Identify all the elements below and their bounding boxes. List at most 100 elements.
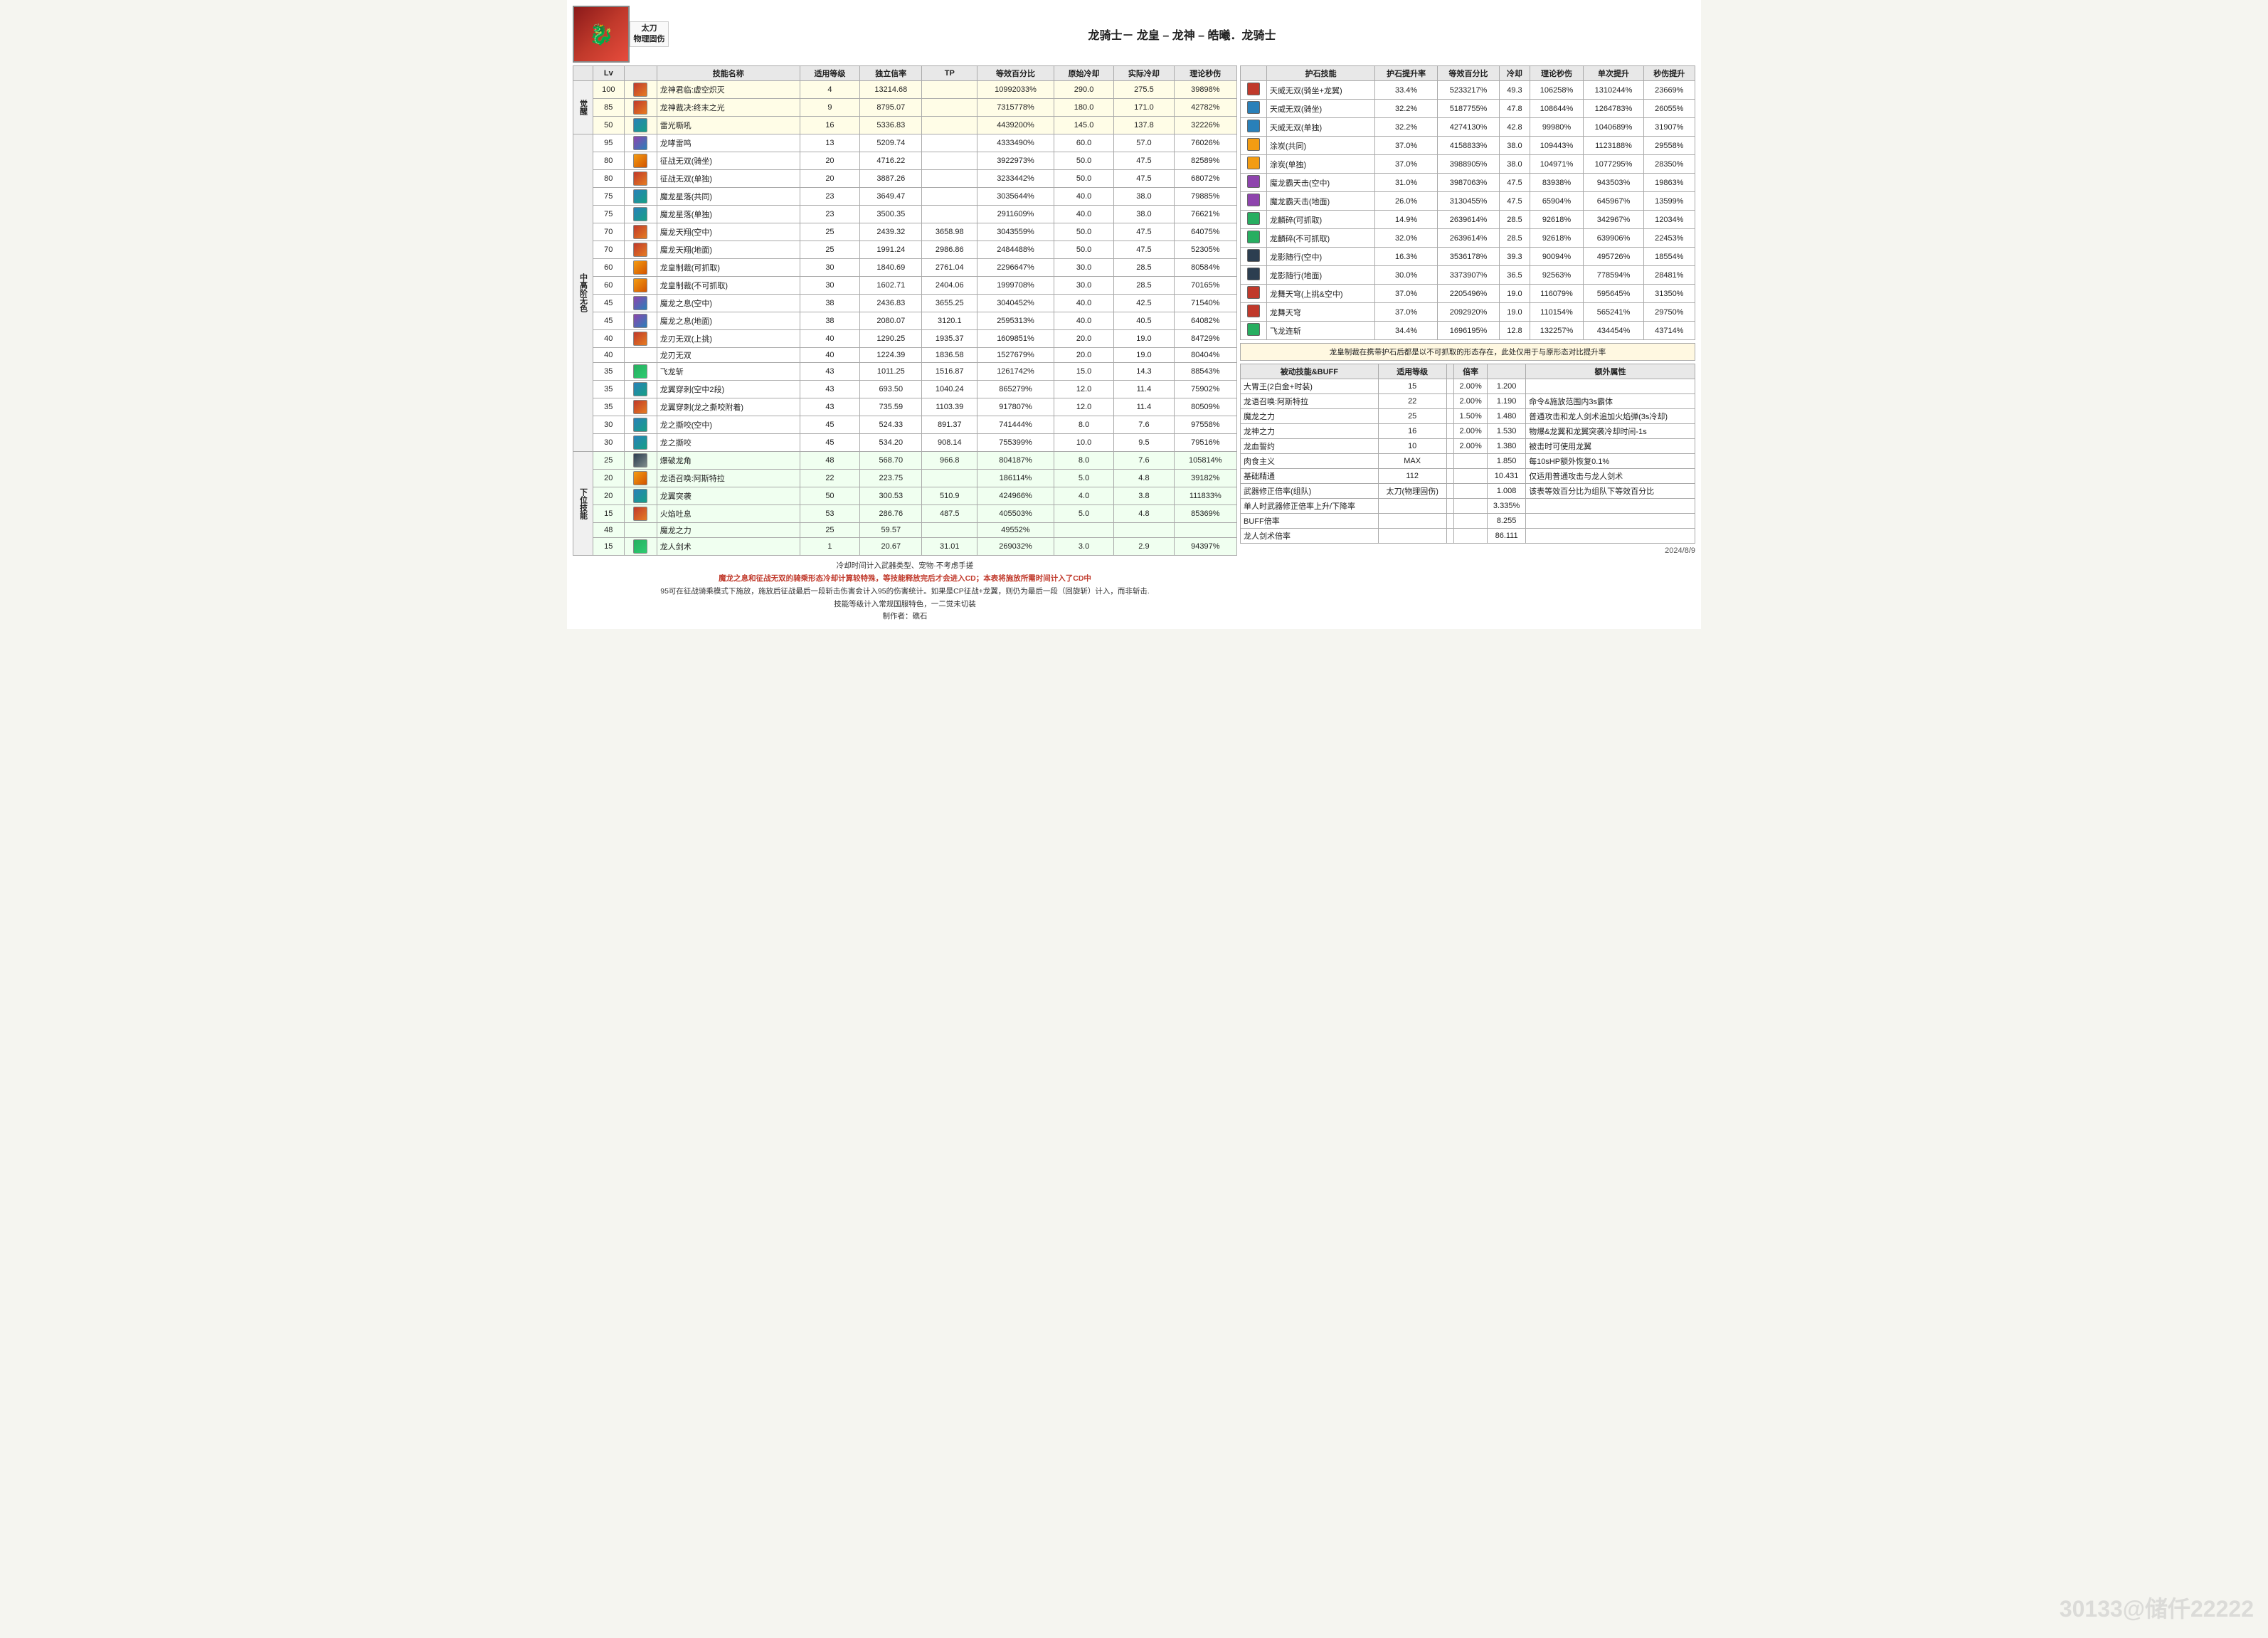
skill-name: 爆破龙角 [657,452,800,470]
skill-real-cd: 275.5 [1114,81,1174,99]
right-skill-icon-cell [1241,155,1267,174]
table-row: 下位技能25爆破龙角48568.70966.8804187%8.07.61058… [573,452,1237,470]
buff-lv: 太刀(物理固伤) [1378,484,1446,499]
buff-row: 单人时武器修正倍率上升/下降率3.335% [1241,499,1695,514]
right-skill-icon [1247,323,1260,336]
skill-orig-cd: 20.0 [1054,348,1113,363]
right-skill-icon [1247,157,1260,169]
header-area: 🐉 太刀 物理固伤 龙骑士－ 龙皇 – 龙神 – 皓曦．龙骑士 [573,6,1695,63]
right-skill-eff: 4274130% [1437,118,1499,137]
watermark: 30133@储仟22222 [2060,1591,2254,1624]
skill-rate: 5209.74 [860,134,922,152]
skill-grade: 25 [800,523,859,538]
right-skill-cd: 36.5 [1500,266,1530,285]
skill-orig-cd: 50.0 [1054,152,1113,170]
skill-level: 40 [593,330,625,348]
skill-eff: 3233442% [977,170,1054,188]
skill-grade: 20 [800,170,859,188]
skill-level: 45 [593,295,625,312]
col-r-boost: 护石提升率 [1375,66,1437,81]
right-skill-icon-cell [1241,137,1267,155]
skill-name: 龙皇制裁(不可抓取) [657,277,800,295]
skill-icon-cell [624,434,657,452]
skill-real-cd: 4.8 [1114,470,1174,487]
right-skill-sdps: 28350% [1643,155,1695,174]
skill-name: 龙刃无双(上挑) [657,330,800,348]
skill-grade: 45 [800,416,859,434]
skill-rate: 5336.83 [860,117,922,134]
skill-orig-cd: 8.0 [1054,452,1113,470]
buff-blank [1446,394,1453,409]
skill-icon [633,171,647,186]
note-line2: 魔龙之息和征战无双的骑乘形态冷却计算较特殊，等技能释放完后才会进入CD；本表将施… [573,573,1237,586]
skill-name: 魔龙之息(地面) [657,312,800,330]
buff-blank [1446,514,1453,529]
skill-name: 龙翼穿刺(空中2段) [657,381,800,398]
skill-dps: 75902% [1174,381,1236,398]
skill-real-cd: 9.5 [1114,434,1174,452]
skill-dps: 76026% [1174,134,1236,152]
right-skill-dps: 132257% [1530,322,1584,340]
skill-tp: 908.14 [922,434,977,452]
skill-dps: 79885% [1174,188,1236,206]
skill-grade: 13 [800,134,859,152]
right-skill-icon [1247,120,1260,132]
col-r-dps: 理论秒伤 [1530,66,1584,81]
right-panel: 护石技能 护石提升率 等效百分比 冷却 理论秒伤 单次提升 秒伤提升 天威无双(… [1240,65,1695,555]
buff-rate [1454,454,1488,469]
skill-eff: 1609851% [977,330,1054,348]
buff-value: 1.008 [1488,484,1526,499]
skill-name: 魔龙天翔(空中) [657,223,800,241]
right-skill-icon [1247,138,1260,151]
skill-icon-cell [624,398,657,416]
buff-lv: MAX [1378,454,1446,469]
buff-lv [1378,514,1446,529]
skill-level: 30 [593,434,625,452]
skill-name: 龙神君临:虚空炽灭 [657,81,800,99]
skill-eff: 7315778% [977,99,1054,117]
buff-note: 物爆&龙翼和龙翼突袭冷却时间-1s [1526,424,1695,439]
skill-tp: 1516.87 [922,363,977,381]
right-skill-boost: 32.2% [1375,118,1437,137]
right-skill-cd: 47.8 [1500,100,1530,118]
skill-orig-cd: 12.0 [1054,398,1113,416]
buff-lv [1378,499,1446,514]
skill-name: 火焰吐息 [657,505,800,523]
skill-real-cd: 19.0 [1114,330,1174,348]
skill-orig-cd: 30.0 [1054,259,1113,277]
right-skill-boost: 33.4% [1375,81,1437,100]
right-skill-boost: 32.2% [1375,100,1437,118]
right-skill-single: 1264783% [1584,100,1643,118]
right-skill-single: 778594% [1584,266,1643,285]
right-skill-single: 1077295% [1584,155,1643,174]
buff-blank [1446,379,1453,394]
col-r-icon [1241,66,1267,81]
skill-eff: 3922973% [977,152,1054,170]
col-buff-blank [1446,364,1453,379]
skill-dps: 52305% [1174,241,1236,259]
right-skill-dps: 92563% [1530,266,1584,285]
right-skill-boost: 16.3% [1375,248,1437,266]
skill-level: 35 [593,398,625,416]
skill-name: 征战无双(单独) [657,170,800,188]
skill-level: 95 [593,134,625,152]
skill-real-cd: 47.5 [1114,241,1174,259]
buff-blank [1446,529,1453,544]
buff-name: 大胃王(2白金+时装) [1241,379,1379,394]
skill-tp: 1040.24 [922,381,977,398]
skill-orig-cd: 40.0 [1054,206,1113,223]
buff-note [1526,514,1695,529]
buff-name: 龙语召唤:阿斯特拉 [1241,394,1379,409]
right-skill-dps: 108644% [1530,100,1584,118]
skill-orig-cd: 4.0 [1054,487,1113,505]
right-skill-name: 龙舞天穹 [1266,303,1375,322]
right-skill-cd: 42.8 [1500,118,1530,137]
skill-name: 龙翼穿刺(龙之撕咬附着) [657,398,800,416]
table-row: 35龙翼穿刺(龙之撕咬附着)43735.591103.39917807%12.0… [573,398,1237,416]
skill-level: 80 [593,170,625,188]
skill-level: 75 [593,206,625,223]
skill-rate: 1224.39 [860,348,922,363]
right-table-row: 龙舞天穹(上挑&空中)37.0%2205496%19.0116079%59564… [1241,285,1695,303]
skill-dps: 111833% [1174,487,1236,505]
right-skill-icon [1247,231,1260,243]
